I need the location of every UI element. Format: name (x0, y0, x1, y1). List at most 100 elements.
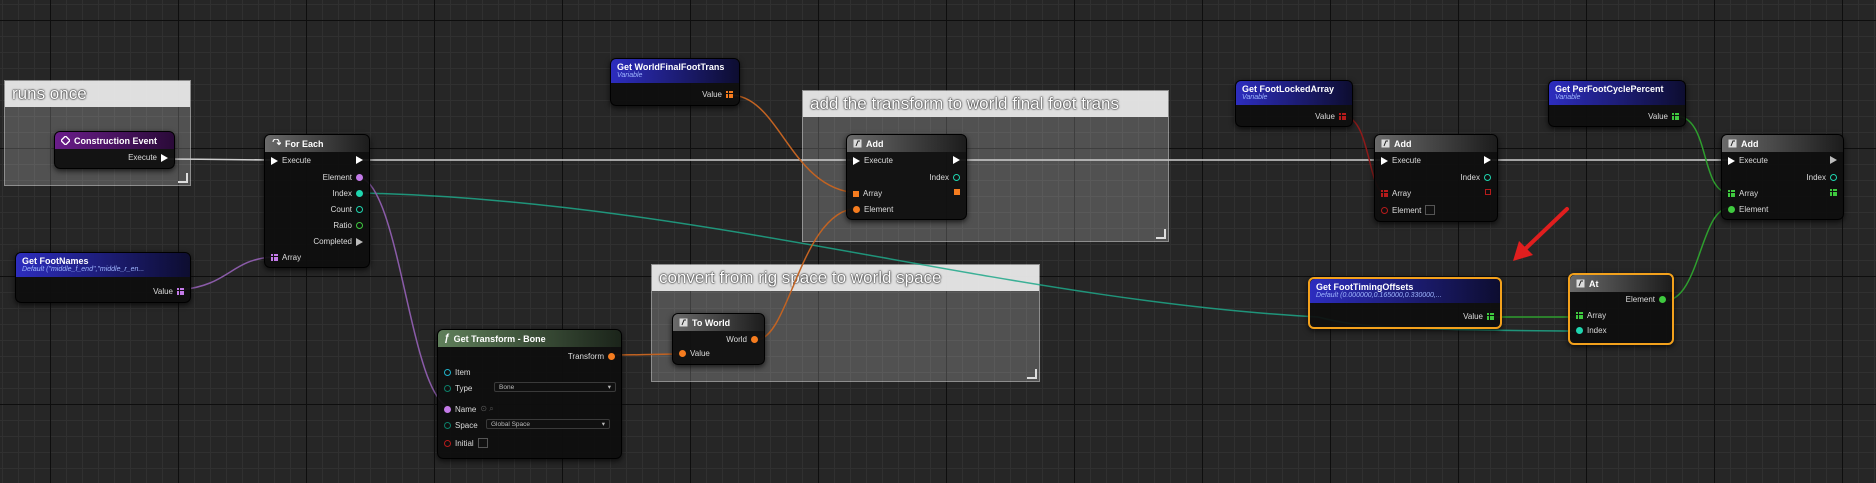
pin-label: Execute (1739, 156, 1768, 165)
value-output-pin[interactable]: Value (1315, 112, 1346, 121)
pin-label: Value (1463, 312, 1483, 321)
type-input-pin[interactable]: Type (444, 384, 472, 393)
array-input-pin[interactable]: Array (853, 189, 882, 198)
array-output-pin[interactable] (1485, 189, 1491, 195)
array-output-pin[interactable] (1830, 189, 1837, 196)
value-input-pin[interactable]: Value (679, 349, 710, 358)
value-output-pin[interactable]: Value (153, 287, 184, 296)
foot-names-wire (179, 256, 273, 291)
node-title: Add (866, 138, 884, 149)
element-input-pin[interactable]: Element (1381, 205, 1436, 215)
construction-event-node[interactable]: Construction Event Execute (54, 131, 175, 169)
type-dropdown[interactable]: Bone (494, 382, 616, 393)
array-input-pin[interactable]: Array (1381, 189, 1411, 198)
exec-pin-icon (271, 156, 278, 165)
resize-grip-icon[interactable] (178, 173, 188, 183)
struct-pin-icon (444, 369, 451, 376)
get-foot-names-node[interactable]: Get FootNames Default ("middle_f_end","m… (15, 252, 191, 303)
resize-grip-icon[interactable] (1156, 229, 1166, 239)
pin-label: Value (690, 349, 710, 358)
add-node-world-final[interactable]: Add Execute Index Array Element (846, 134, 967, 220)
get-transform-bone-node[interactable]: ƒ Get Transform - Bone Transform Item Ty… (437, 329, 622, 459)
element-output-pin[interactable]: Element (323, 173, 363, 182)
exec-pin-icon (1484, 156, 1491, 164)
add-node-foot-locked[interactable]: Add Execute Index Array Element (1374, 134, 1498, 222)
get-world-final-foot-trans-node[interactable]: Get WorldFinalFootTrans Variable Value (610, 58, 740, 106)
execute-input-pin[interactable]: Execute (1728, 156, 1768, 165)
count-output-pin[interactable]: Count (331, 205, 363, 214)
exec-pin-icon (853, 156, 860, 165)
array-output-pin[interactable] (954, 189, 960, 195)
value-output-pin[interactable]: Value (702, 90, 733, 99)
node-subtitle: Default (0.000000,0.165000,0.330000,... (1316, 292, 1442, 299)
execute-input-pin[interactable]: Execute (271, 156, 311, 165)
index-output-pin[interactable]: Index (1460, 173, 1491, 182)
int-pin-icon (356, 190, 363, 197)
execute-output-pin[interactable]: Execute (128, 153, 168, 162)
execute-output-pin[interactable] (356, 156, 363, 164)
transform-output-pin[interactable]: Transform (568, 352, 615, 361)
array-pin-icon (1339, 113, 1346, 120)
array-pin-icon (177, 288, 184, 295)
node-title: Add (1394, 138, 1412, 149)
value-output-pin[interactable]: Value (1648, 112, 1679, 121)
at-node[interactable]: At Element Array Index (1568, 273, 1674, 345)
item-input-pin[interactable]: Item (444, 368, 471, 377)
exec-pin-icon (1728, 156, 1735, 165)
index-output-pin[interactable]: Index (332, 189, 363, 198)
element-input-pin[interactable]: Element (1728, 205, 1768, 214)
node-title: Get PerFootCyclePercent (1555, 84, 1664, 94)
enum-pin-icon (444, 385, 451, 392)
add-node-per-foot[interactable]: Add Execute Index Array Element (1721, 134, 1844, 220)
element-checkbox[interactable] (1425, 205, 1436, 215)
execute-output-pin[interactable] (1484, 156, 1491, 164)
execute-output-pin[interactable] (1830, 156, 1837, 164)
get-foot-timing-offsets-node[interactable]: Get FootTimingOffsets Default (0.000000,… (1308, 277, 1502, 329)
index-output-pin[interactable]: Index (1806, 173, 1837, 182)
execute-input-pin[interactable]: Execute (853, 156, 893, 165)
resize-grip-icon[interactable] (1027, 369, 1037, 379)
array-input-pin[interactable]: Array (271, 253, 301, 262)
to-world-node[interactable]: To World World Value (672, 313, 765, 365)
exec-pin-icon (161, 153, 168, 162)
float-pin-icon (1659, 296, 1666, 303)
execute-input-pin[interactable]: Execute (1381, 156, 1421, 165)
world-output-pin[interactable]: World (726, 335, 758, 344)
index-output-pin[interactable]: Index (929, 173, 960, 182)
pin-label: Execute (282, 156, 311, 165)
pin-label: Index (1460, 173, 1480, 182)
transform-pin-icon (608, 353, 615, 360)
element-output-pin[interactable]: Element (1626, 295, 1666, 304)
search-icon[interactable]: ⊙ ⌕ (480, 404, 493, 414)
array-input-pin[interactable]: Array (1576, 311, 1606, 320)
value-output-pin[interactable]: Value (1463, 312, 1494, 321)
index-input-pin[interactable]: Index (1576, 326, 1607, 335)
completed-output-pin[interactable]: Completed (313, 237, 363, 246)
array-input-pin[interactable]: Array (1728, 189, 1758, 198)
initial-input-pin[interactable]: Initial (444, 438, 488, 448)
int-pin-icon (953, 174, 960, 181)
node-subtitle: Variable (1555, 94, 1581, 101)
get-per-foot-cycle-percent-node[interactable]: Get PerFootCyclePercent Variable Value (1548, 80, 1686, 127)
function-f-icon (679, 318, 688, 327)
pin-label: Element (1739, 205, 1769, 214)
function-f-icon (853, 139, 862, 148)
transform-pin-icon (751, 336, 758, 343)
float-pin-icon (1728, 206, 1735, 213)
get-foot-locked-array-node[interactable]: Get FootLockedArray Variable Value (1235, 80, 1353, 127)
name-input-pin[interactable]: Name ⊙ ⌕ (444, 404, 494, 414)
for-each-node[interactable]: For Each Execute Element Index Count Rat… (264, 134, 370, 268)
pin-label: Completed (313, 237, 352, 246)
pin-label: Index (1806, 173, 1826, 182)
pin-label: Execute (1392, 156, 1421, 165)
pin-label: Index (1587, 326, 1607, 335)
execute-output-pin[interactable] (953, 156, 960, 164)
array-pin-icon (853, 190, 859, 197)
ratio-output-pin[interactable]: Ratio (333, 221, 363, 230)
pin-label: Space (455, 421, 478, 430)
space-dropdown[interactable]: Global Space (486, 419, 610, 430)
element-input-pin[interactable]: Element (853, 205, 893, 214)
initial-checkbox[interactable] (477, 438, 488, 448)
pin-label: Element (1392, 205, 1422, 215)
space-input-pin[interactable]: Space (444, 421, 478, 430)
